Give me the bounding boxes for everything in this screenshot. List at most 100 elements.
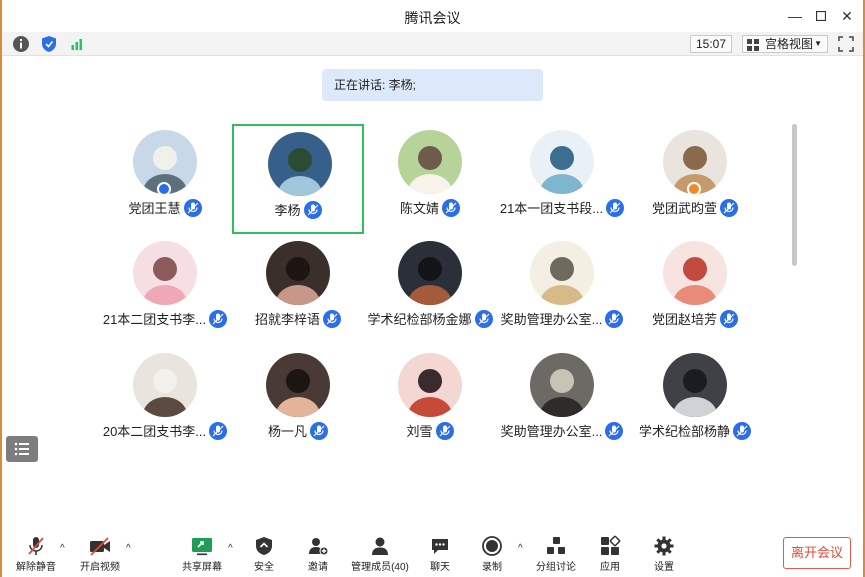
participant-name: 招就李梓语: [254, 312, 320, 327]
chat-button[interactable]: 聊天: [410, 535, 470, 575]
participant-tile[interactable]: 学术纪检部杨静: [629, 347, 761, 457]
avatar: [268, 132, 332, 196]
breakout-icon: [547, 537, 565, 554]
record-icon: [482, 536, 502, 556]
participant-tile[interactable]: 党团王慧: [99, 124, 231, 234]
meeting-toolbar: 解除静音 ^ 开启视频 ^ 共享屏幕 ^ 安全 邀请 管理成员(40) 聊天 录…: [2, 527, 863, 577]
apps-icon: [601, 535, 621, 555]
microphone-icon: [435, 421, 454, 440]
apps-button[interactable]: 应用: [580, 535, 640, 575]
microphone-icon: [323, 309, 341, 328]
participant-tile[interactable]: 党团武昀萱: [629, 124, 761, 234]
microphone-icon: [183, 198, 202, 217]
add-user-icon: [309, 538, 329, 556]
record-button[interactable]: 录制: [462, 535, 522, 575]
microphone-icon: [442, 198, 460, 217]
avatar: [266, 241, 330, 305]
settings-button[interactable]: 设置: [634, 535, 694, 575]
avatar: [133, 241, 197, 305]
grid-view-icon: [747, 39, 759, 51]
participant-tile[interactable]: 招就李梓语: [232, 235, 364, 345]
participant-name: 20本二团支书李...: [102, 424, 207, 439]
members-icon: [372, 537, 388, 555]
participant-tile[interactable]: 20本二团支书李...: [99, 347, 231, 457]
record-options-chevron-icon[interactable]: ^: [518, 543, 523, 554]
maximize-button[interactable]: [810, 6, 832, 26]
video-options-chevron-icon[interactable]: ^: [126, 543, 131, 554]
participant-name: 刘雪: [406, 424, 433, 439]
participant-tile[interactable]: 21本一团支书段...: [496, 124, 628, 234]
participant-name: 党团武昀萱: [651, 201, 717, 216]
avatar: [398, 130, 462, 194]
avatar: [663, 353, 727, 417]
microphone-icon: [733, 421, 751, 440]
participant-list-toggle-button[interactable]: [6, 436, 38, 462]
window-title: 腾讯会议: [404, 10, 461, 26]
security-shield-icon[interactable]: [40, 35, 58, 53]
security-button[interactable]: 安全: [234, 535, 294, 575]
share-screen-button[interactable]: 共享屏幕: [172, 535, 232, 575]
share-options-chevron-icon[interactable]: ^: [228, 543, 233, 554]
grid-scrollbar[interactable]: [792, 124, 797, 266]
participant-name: 学术纪检部杨金娜: [367, 312, 472, 327]
close-button[interactable]: ✕: [836, 6, 858, 26]
breakout-rooms-button[interactable]: 分组讨论: [526, 535, 586, 575]
chat-icon: [432, 539, 448, 554]
manage-members-button[interactable]: 管理成员(40): [350, 535, 410, 575]
microphone-icon: [720, 198, 738, 217]
host-badge-icon: [687, 182, 701, 196]
participant-name: 奖助管理办公室...: [500, 312, 603, 327]
participant-name: 奖助管理办公室...: [500, 424, 603, 439]
participant-name: 杨一凡: [267, 424, 307, 439]
participant-tile[interactable]: 21本二团支书李...: [99, 235, 231, 345]
muted-microphone-icon: [28, 537, 44, 555]
host-badge-icon: [157, 182, 171, 196]
unmute-button[interactable]: 解除静音: [6, 535, 66, 575]
meeting-info-icon[interactable]: [12, 35, 30, 53]
gear-icon: [654, 536, 674, 556]
participant-tile[interactable]: 奖助管理办公室...: [496, 235, 628, 345]
active-speaker-banner: 正在讲话: 李杨;: [322, 69, 543, 101]
participant-name: 李杨: [274, 203, 301, 218]
participant-tile[interactable]: 党团赵培芳: [629, 235, 761, 345]
participant-name: 陈文婧: [399, 201, 439, 216]
leave-meeting-button[interactable]: 离开会议: [783, 537, 851, 569]
info-bar: 15:07 宫格视图 ▼: [2, 32, 863, 56]
audio-options-chevron-icon[interactable]: ^: [60, 543, 65, 554]
participant-name: 21本一团支书段...: [499, 201, 604, 216]
microphone-icon: [310, 421, 328, 440]
participant-tile[interactable]: 陈文婧: [364, 124, 496, 234]
maximize-icon: [815, 10, 827, 22]
minimize-button[interactable]: —: [784, 6, 806, 26]
invite-button[interactable]: 邀请: [288, 535, 348, 575]
participant-tile[interactable]: 李杨: [232, 124, 364, 234]
participant-name: 学术纪检部杨静: [638, 424, 730, 439]
participant-tile[interactable]: 刘雪: [364, 347, 496, 457]
avatar: [530, 130, 594, 194]
video-off-icon: [90, 537, 110, 556]
microphone-icon: [303, 200, 322, 219]
meeting-window: 腾讯会议 — ✕ 15:07 宫格视图 ▼ 正在讲话: 李杨; 党团王慧 李杨 …: [2, 0, 863, 577]
avatar: [663, 241, 727, 305]
fullscreen-icon[interactable]: [838, 36, 854, 52]
microphone-icon: [720, 309, 738, 328]
title-bar: 腾讯会议 — ✕: [2, 0, 863, 32]
start-video-button[interactable]: 开启视频: [70, 535, 130, 575]
avatar: [266, 353, 330, 417]
participant-name: 党团赵培芳: [651, 312, 717, 327]
avatar: [530, 353, 594, 417]
network-signal-icon[interactable]: [68, 35, 86, 53]
meeting-clock: 15:07: [690, 35, 732, 53]
view-mode-dropdown[interactable]: 宫格视图 ▼: [742, 35, 828, 53]
avatar: [398, 353, 462, 417]
shield-icon: [256, 537, 272, 555]
participant-name: 党团王慧: [128, 201, 181, 216]
participant-tile[interactable]: 奖助管理办公室...: [496, 347, 628, 457]
participant-tile[interactable]: 杨一凡: [232, 347, 364, 457]
view-mode-label: 宫格视图: [765, 37, 814, 51]
avatar: [133, 353, 197, 417]
chevron-down-icon: ▼: [814, 39, 822, 48]
avatar: [398, 241, 462, 305]
participant-tile[interactable]: 学术纪检部杨金娜: [364, 235, 496, 345]
participant-name: 21本二团支书李...: [102, 312, 207, 327]
